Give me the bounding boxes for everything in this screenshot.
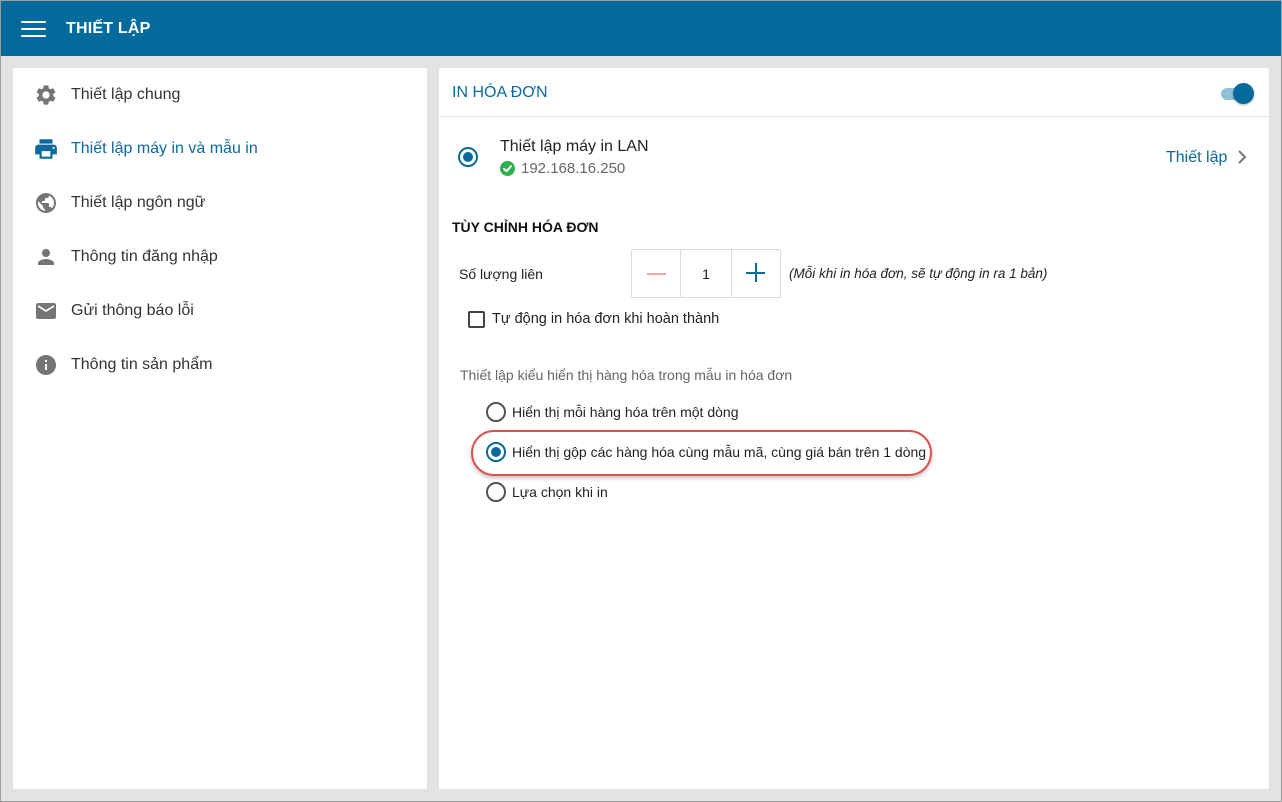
display-option-radio-single-line[interactable] — [486, 402, 506, 422]
sidebar-item-label: Thiết lập chung — [71, 86, 181, 103]
printer-ip: 192.168.16.250 — [521, 160, 626, 177]
auto-print-label[interactable]: Tự động in hóa đơn khi hoàn thành — [492, 311, 719, 327]
chevron-right-icon[interactable] — [1236, 149, 1248, 165]
gear-icon — [33, 82, 59, 108]
panel-title: IN HÓA ĐƠN — [452, 84, 548, 101]
printer-lan-radio[interactable] — [458, 147, 478, 167]
print-invoice-panel: IN HÓA ĐƠN Thiết lập máy in LAN 192.168.… — [439, 68, 1269, 789]
increment-button[interactable] — [732, 250, 780, 297]
page-title: THIẾT LẬP — [66, 19, 151, 37]
sidebar-item-label: Gửi thông báo lỗi — [71, 302, 194, 319]
mail-icon — [33, 298, 59, 324]
display-option-label[interactable]: Hiển thị mỗi hàng hóa trên một dòng — [512, 404, 738, 420]
sidebar-item-language[interactable]: Thiết lập ngôn ngữ — [13, 176, 427, 230]
printer-icon — [33, 136, 59, 162]
sidebar-item-report-error[interactable]: Gửi thông báo lỗi — [13, 284, 427, 338]
sidebar-item-label: Thiết lập máy in và mẫu in — [71, 140, 258, 157]
person-icon — [33, 244, 59, 270]
sidebar-item-login-info[interactable]: Thông tin đăng nhập — [13, 230, 427, 284]
display-option-radio-merged[interactable] — [486, 442, 506, 462]
display-option-radio-choose-on-print[interactable] — [486, 482, 506, 502]
minus-icon — [647, 273, 666, 275]
quantity-stepper: 1 — [631, 249, 781, 298]
print-invoice-toggle[interactable] — [1221, 83, 1255, 104]
sidebar-item-label: Thông tin sản phẩm — [71, 356, 213, 373]
sidebar-item-label: Thông tin đăng nhập — [71, 248, 218, 265]
sidebar: Thiết lập chung Thiết lập máy in và mẫu … — [13, 68, 427, 789]
sidebar-item-general[interactable]: Thiết lập chung — [13, 68, 427, 122]
info-icon — [33, 352, 59, 378]
quantity-value[interactable]: 1 — [679, 250, 733, 297]
quantity-label: Số lượng liên — [459, 266, 543, 282]
quantity-note: (Mỗi khi in hóa đơn, sẽ tự động in ra 1 … — [789, 266, 1048, 281]
hamburger-menu-icon[interactable] — [21, 20, 47, 38]
customize-section-title: TÙY CHỈNH HÓA ĐƠN — [452, 219, 599, 235]
globe-icon — [33, 190, 59, 216]
display-mode-title: Thiết lập kiểu hiển thị hàng hóa trong m… — [460, 367, 793, 383]
sidebar-item-product-info[interactable]: Thông tin sản phẩm — [13, 338, 427, 392]
panel-header: IN HÓA ĐƠN — [439, 68, 1269, 117]
sidebar-item-label: Thiết lập ngôn ngữ — [71, 194, 206, 211]
decrement-button[interactable] — [632, 250, 680, 297]
display-option-label[interactable]: Lựa chọn khi in — [512, 484, 608, 500]
sidebar-item-printer[interactable]: Thiết lập máy in và mẫu in — [13, 122, 427, 176]
printer-name: Thiết lập máy in LAN — [500, 138, 649, 155]
auto-print-checkbox[interactable] — [468, 311, 485, 328]
printer-setup-link[interactable]: Thiết lập — [1166, 149, 1227, 167]
check-circle-icon — [500, 161, 515, 176]
display-option-label[interactable]: Hiển thị gộp các hàng hóa cùng mẫu mã, c… — [512, 444, 926, 460]
top-bar: THIẾT LẬP — [1, 1, 1281, 56]
